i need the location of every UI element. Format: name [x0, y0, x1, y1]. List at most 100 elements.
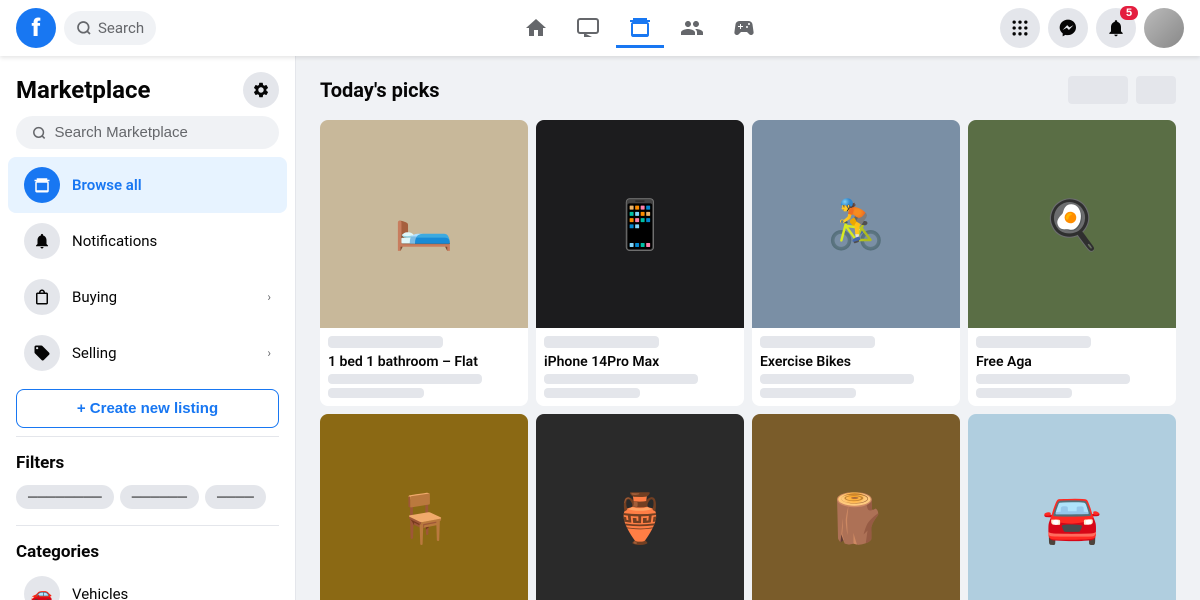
header-actions — [1068, 76, 1176, 104]
settings-button[interactable] — [243, 72, 279, 108]
home-icon — [524, 16, 548, 40]
gear-icon — [252, 81, 270, 99]
product-price-1 — [328, 336, 443, 348]
gaming-icon — [732, 16, 756, 40]
vehicles-label: Vehicles — [72, 585, 128, 600]
product-card-2[interactable]: 📱 iPhone 14Pro Max — [536, 120, 744, 406]
content-area: Today's picks 🛏️ 1 bed 1 bathroom – Flat… — [296, 56, 1200, 600]
nav-gaming-btn[interactable] — [720, 8, 768, 48]
bell-icon — [33, 232, 51, 250]
product-card-3[interactable]: 🚴 Exercise Bikes — [752, 120, 960, 406]
nav-search-bar[interactable]: Search — [64, 11, 156, 45]
header-action-btn-2[interactable] — [1136, 76, 1176, 104]
header-action-btn-1[interactable] — [1068, 76, 1128, 104]
product-card-7[interactable]: 🪵 Bed Frame — [752, 414, 960, 600]
buying-icon — [24, 279, 60, 315]
create-listing-label: + Create new listing — [77, 400, 218, 417]
store-icon — [33, 176, 51, 194]
product-info-4: Free Aga — [968, 328, 1176, 406]
sidebar-item-buying[interactable]: Buying › — [8, 269, 287, 325]
grid-icon — [1010, 18, 1030, 38]
selling-arrow: › — [267, 346, 271, 360]
sidebar-divider-2 — [16, 525, 279, 526]
browse-all-icon — [24, 167, 60, 203]
sidebar-item-vehicles[interactable]: 🚗 Vehicles — [8, 566, 287, 600]
facebook-logo[interactable]: f — [16, 8, 56, 48]
avatar[interactable] — [1144, 8, 1184, 48]
product-image-5: 🪑 — [320, 414, 528, 600]
filters-title: Filters — [0, 445, 295, 477]
search-icon — [76, 20, 92, 36]
filter-tag-3[interactable]: ──── — [205, 485, 266, 509]
product-location-2 — [544, 374, 698, 384]
product-location-4 — [976, 374, 1130, 384]
tag-icon — [33, 344, 51, 362]
product-card-5[interactable]: 🪑 Rattan Chair — [320, 414, 528, 600]
product-card-6[interactable]: 🏺 Decorative Vase — [536, 414, 744, 600]
main-layout: Marketplace Browse all Notifications — [0, 56, 1200, 600]
product-image-6: 🏺 — [536, 414, 744, 600]
nav-right: 5 — [984, 8, 1184, 48]
nav-left: f Search — [16, 8, 296, 48]
notifications-label: Notifications — [72, 232, 271, 250]
people-icon — [680, 16, 704, 40]
bag-icon — [33, 288, 51, 306]
filter-tag-2[interactable]: ────── — [120, 485, 199, 509]
selling-icon — [24, 335, 60, 371]
sidebar-item-notifications[interactable]: Notifications — [8, 213, 287, 269]
messenger-btn[interactable] — [1048, 8, 1088, 48]
search-input[interactable] — [54, 124, 263, 141]
product-location-3 — [760, 374, 914, 384]
sidebar-search-container[interactable] — [16, 116, 279, 149]
marketplace-icon — [628, 15, 652, 39]
nav-video-btn[interactable] — [564, 8, 612, 48]
product-title-3: Exercise Bikes — [760, 354, 952, 370]
top-nav: f Search 5 — [0, 0, 1200, 56]
selling-label: Selling — [72, 344, 255, 362]
product-image-8: 🚘 — [968, 414, 1176, 600]
filter-tags-container: ──────── ────── ──── — [0, 477, 295, 517]
product-info-1: 1 bed 1 bathroom – Flat — [320, 328, 528, 406]
sidebar-divider-1 — [16, 436, 279, 437]
nav-center — [296, 8, 984, 48]
sidebar-item-selling[interactable]: Selling › — [8, 325, 287, 381]
nav-people-btn[interactable] — [668, 8, 716, 48]
product-distance-2 — [544, 388, 640, 398]
product-price-3 — [760, 336, 875, 348]
product-title-4: Free Aga — [976, 354, 1168, 370]
filter-tag-1[interactable]: ──────── — [16, 485, 114, 509]
notifications-btn[interactable]: 5 — [1096, 8, 1136, 48]
bell-icon — [1106, 18, 1126, 38]
sidebar-header: Marketplace — [0, 56, 295, 116]
sidebar: Marketplace Browse all Notifications — [0, 56, 296, 600]
search-icon — [32, 125, 46, 141]
sidebar-title: Marketplace — [16, 76, 150, 104]
create-listing-button[interactable]: + Create new listing — [16, 389, 279, 428]
product-title-2: iPhone 14Pro Max — [544, 354, 736, 370]
product-image-3: 🚴 — [752, 120, 960, 328]
notification-count: 5 — [1120, 6, 1138, 20]
play-icon — [576, 16, 600, 40]
product-image-4: 🍳 — [968, 120, 1176, 328]
vehicles-icon: 🚗 — [24, 576, 60, 600]
content-header: Today's picks — [320, 76, 1176, 104]
product-image-2: 📱 — [536, 120, 744, 328]
notifications-icon — [24, 223, 60, 259]
product-card-1[interactable]: 🛏️ 1 bed 1 bathroom – Flat — [320, 120, 528, 406]
sidebar-item-browse-all[interactable]: Browse all — [8, 157, 287, 213]
nav-home-btn[interactable] — [512, 8, 560, 48]
grid-menu-btn[interactable] — [1000, 8, 1040, 48]
product-info-3: Exercise Bikes — [752, 328, 960, 406]
product-distance-1 — [328, 388, 424, 398]
nav-marketplace-btn[interactable] — [616, 8, 664, 48]
product-card-4[interactable]: 🍳 Free Aga — [968, 120, 1176, 406]
product-card-8[interactable]: 🚘 Convertible Car — [968, 414, 1176, 600]
content-title: Today's picks — [320, 78, 440, 102]
product-title-1: 1 bed 1 bathroom – Flat — [328, 354, 520, 370]
product-location-1 — [328, 374, 482, 384]
search-placeholder: Search — [98, 19, 144, 37]
buying-label: Buying — [72, 288, 255, 306]
product-image-1: 🛏️ — [320, 120, 528, 328]
product-price-4 — [976, 336, 1091, 348]
product-distance-3 — [760, 388, 856, 398]
